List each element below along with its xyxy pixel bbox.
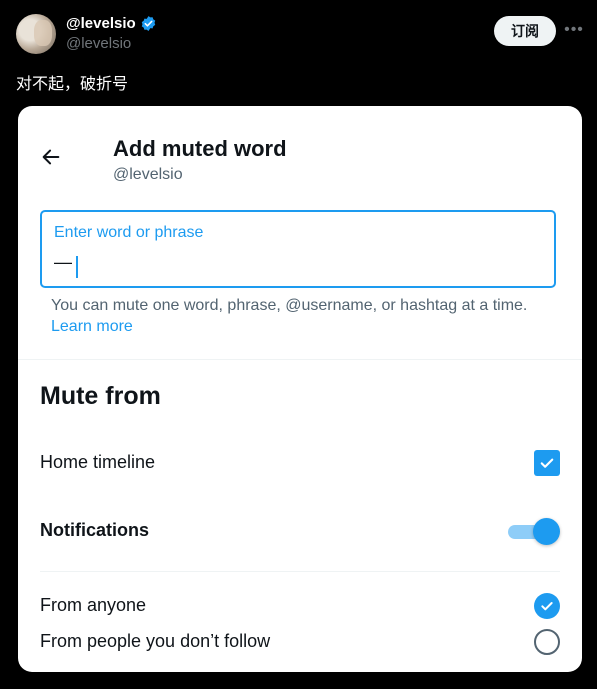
from-not-following-label: From people you don’t follow (40, 631, 271, 651)
back-arrow-icon[interactable] (40, 146, 62, 168)
tweet-text: 对不起，破折号 (16, 74, 129, 93)
text-cursor (76, 256, 78, 278)
tweet-media-card[interactable]: Add muted word @levelsio Enter word or p… (18, 106, 582, 672)
display-name[interactable]: @levelsio (66, 15, 136, 32)
from-not-following-radio[interactable] (534, 629, 560, 655)
avatar[interactable] (16, 14, 56, 54)
muted-word-label: Enter word or phrase (54, 224, 204, 241)
help-text-body: You can mute one word, phrase, @username… (51, 297, 528, 314)
checkmark-icon (540, 458, 554, 468)
more-horizontal-icon[interactable]: ••• (563, 18, 585, 42)
muted-word-field[interactable]: Enter word or phrase — (40, 210, 556, 288)
row-divider (40, 571, 560, 572)
from-anyone-label: From anyone (40, 595, 147, 615)
section-divider (18, 359, 582, 360)
learn-more-link[interactable]: Learn more (51, 318, 133, 335)
notifications-label: Notifications (40, 520, 150, 540)
checkmark-icon (541, 602, 553, 611)
muted-word-input[interactable]: — (52, 252, 546, 278)
help-text: You can mute one word, phrase, @username… (51, 295, 551, 337)
home-timeline-checkbox[interactable] (534, 450, 560, 476)
page-title: Add muted word (113, 136, 287, 161)
tweet-author: @levelsio @levelsio (66, 15, 157, 52)
page-subtitle: @levelsio (113, 166, 183, 183)
home-timeline-label: Home timeline (40, 452, 156, 472)
user-handle: @levelsio (66, 35, 132, 52)
mute-from-heading: Mute from (40, 382, 161, 410)
verified-badge-icon (141, 16, 155, 31)
notifications-toggle-knob[interactable] (533, 518, 560, 545)
subscribe-button[interactable]: 订阅 (494, 16, 556, 46)
from-anyone-radio[interactable] (534, 593, 560, 619)
